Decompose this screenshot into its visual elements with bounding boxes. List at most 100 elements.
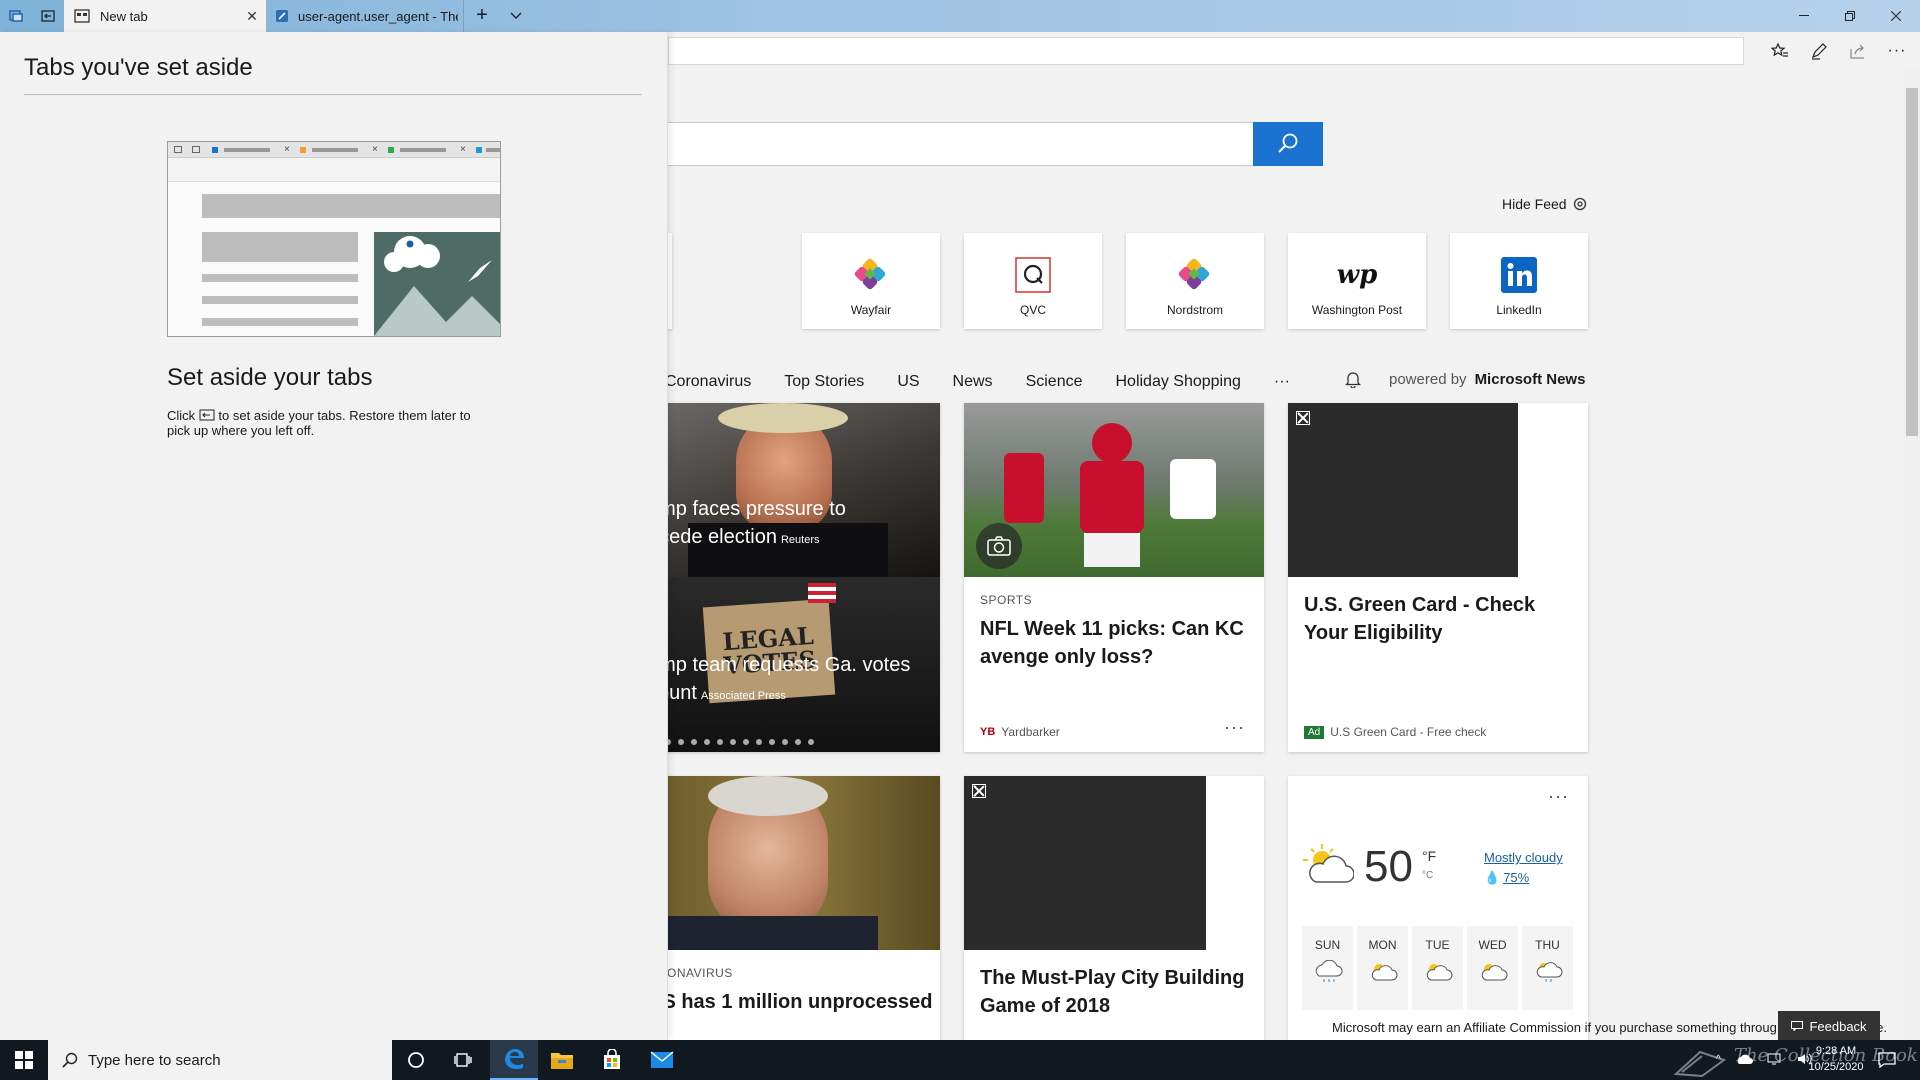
bell-icon[interactable] xyxy=(1345,370,1361,388)
minimize-button[interactable] xyxy=(1781,0,1827,32)
taskbar-search-placeholder: Type here to search xyxy=(88,1051,221,1069)
partly-sunny-icon xyxy=(1426,964,1452,981)
start-button[interactable] xyxy=(0,1040,48,1080)
weather-condition-link[interactable]: Mostly cloudy xyxy=(1484,850,1563,865)
feedback-button[interactable]: Feedback xyxy=(1778,1011,1880,1040)
taskbar-mail[interactable] xyxy=(638,1040,686,1080)
carousel-dots[interactable] xyxy=(652,739,814,745)
top-site-qvc[interactable]: QVC xyxy=(964,233,1102,329)
partly-sunny-icon xyxy=(1481,964,1507,981)
tab-actions-icon[interactable] xyxy=(0,0,32,32)
hero-story-2-title[interactable]: ump team requests Ga. votes count Associa… xyxy=(648,651,910,710)
card-title[interactable]: The Must-Play City Building Game of 2018 xyxy=(980,964,1260,1020)
weather-humidity[interactable]: 💧 75% xyxy=(1484,870,1529,886)
hide-feed-button[interactable]: Hide Feed xyxy=(1502,196,1587,212)
forecast-day[interactable]: MON xyxy=(1357,926,1408,1010)
taskbar-search-box[interactable]: Type here to search xyxy=(48,1040,392,1080)
set-aside-tabs-icon[interactable] xyxy=(32,0,64,32)
taskbar-edge[interactable] xyxy=(490,1040,538,1080)
search-button[interactable] xyxy=(1253,122,1323,166)
nav-more-button[interactable]: ··· xyxy=(1274,373,1290,391)
nav-coronavirus[interactable]: Coronavirus xyxy=(665,373,751,391)
wayfair-logo-icon xyxy=(851,255,891,295)
more-menu-icon[interactable]: ··· xyxy=(1886,41,1908,61)
card-title[interactable]: RS has 1 million unprocessed xyxy=(648,988,938,1016)
weather-more-button[interactable]: ··· xyxy=(1548,786,1569,807)
hero2-source: Associated Press xyxy=(700,690,786,702)
chevron-down-icon[interactable] xyxy=(504,4,528,28)
scrollbar-thumb[interactable] xyxy=(1906,88,1918,436)
set-aside-description: Click to set aside your tabs. Restore th… xyxy=(167,408,497,438)
address-bar[interactable] xyxy=(668,37,1744,65)
top-site-washington-post[interactable]: wp Washington Post xyxy=(1288,233,1426,329)
restore-button[interactable] xyxy=(1827,0,1873,32)
source-name: Yardbarker xyxy=(1001,725,1060,739)
top-site-nordstrom[interactable]: Nordstrom xyxy=(1126,233,1264,329)
cortana-button[interactable] xyxy=(392,1040,440,1080)
forecast-day[interactable]: SUN xyxy=(1302,926,1353,1010)
nordstrom-logo-icon xyxy=(1175,255,1215,295)
weather-temperature: 50 xyxy=(1364,842,1413,891)
top-site-wayfair[interactable]: Wayfair xyxy=(802,233,940,329)
clock-date: 10/25/2020 xyxy=(1808,1061,1864,1073)
hero-story-title[interactable]: ump faces pressure to ncede election Reut… xyxy=(648,495,846,554)
taskbar-file-explorer[interactable] xyxy=(538,1040,586,1080)
nfl-story-image xyxy=(964,403,1264,577)
top-site-linkedin[interactable]: LinkedIn xyxy=(1450,233,1588,329)
card-title[interactable]: NFL Week 11 picks: Can KC avenge only lo… xyxy=(980,615,1250,671)
nav-top-stories[interactable]: Top Stories xyxy=(784,373,864,391)
tab-user-agent[interactable]: user-agent.user_agent - The xyxy=(268,0,464,32)
card-title[interactable]: U.S. Green Card - Check Your Eligibility xyxy=(1304,591,1584,647)
ad-card[interactable]: U.S. Green Card - Check Your Eligibility… xyxy=(1288,403,1588,752)
favorites-icon[interactable] xyxy=(1769,41,1791,61)
cortana-icon xyxy=(408,1052,424,1068)
humidity-value: 75% xyxy=(1503,870,1530,885)
edge-icon xyxy=(505,1049,524,1069)
washington-post-logo-icon: wp xyxy=(1336,260,1378,290)
nav-holiday-shopping[interactable]: Holiday Shopping xyxy=(1115,373,1240,391)
clock[interactable]: 9:28 AM 10/25/2020 xyxy=(1806,1043,1866,1075)
game-ad-card[interactable]: The Must-Play City Building Game of 2018 xyxy=(964,776,1264,1040)
notifications-icon[interactable] xyxy=(1878,1052,1896,1068)
chevron-up-icon[interactable]: ^ xyxy=(1716,1054,1721,1065)
onedrive-icon[interactable] xyxy=(1735,1053,1753,1065)
weather-card[interactable]: ··· 50 °F °C Mostly cloudy 💧 75% SUN MON … xyxy=(1288,776,1588,1040)
close-window-button[interactable] xyxy=(1873,0,1919,32)
close-tab-icon[interactable]: ✕ xyxy=(244,8,260,24)
task-view-button[interactable] xyxy=(440,1040,488,1080)
forecast-day[interactable]: WED xyxy=(1467,926,1518,1010)
web-search-input[interactable] xyxy=(640,122,1254,166)
unit-celsius[interactable]: °C xyxy=(1422,870,1433,881)
nav-science[interactable]: Science xyxy=(1026,373,1083,391)
taskbar-store[interactable] xyxy=(588,1040,636,1080)
windows-logo-icon xyxy=(15,1051,33,1069)
set-aside-illustration: × × × xyxy=(167,141,501,337)
network-icon[interactable] xyxy=(1767,1052,1783,1066)
pen-icon[interactable] xyxy=(1808,41,1830,61)
forecast-day[interactable]: TUE xyxy=(1412,926,1463,1010)
powered-by: powered by Microsoft News xyxy=(1345,370,1585,388)
day-label: THU xyxy=(1535,938,1560,952)
nfl-news-card[interactable]: SPORTS NFL Week 11 picks: Can KC avenge … xyxy=(964,403,1264,752)
new-tab-button[interactable]: + xyxy=(470,4,494,28)
forecast-day[interactable]: THU xyxy=(1522,926,1573,1010)
day-label: MON xyxy=(1368,938,1397,952)
nav-news[interactable]: News xyxy=(953,373,993,391)
hero-news-card[interactable]: LEGAL VOTES ump faces pressure to ncede … xyxy=(648,403,940,752)
unit-fahrenheit[interactable]: °F xyxy=(1422,848,1436,864)
tab-new-tab[interactable]: New tab ✕ xyxy=(64,0,266,32)
search-icon xyxy=(1278,133,1298,153)
card-more-button[interactable]: ··· xyxy=(1224,717,1245,738)
page-icon xyxy=(276,10,288,22)
irs-news-card[interactable]: ORONAVIRUS RS has 1 million unprocessed xyxy=(648,776,940,1040)
share-icon[interactable] xyxy=(1847,41,1869,61)
ad-badge: Ad xyxy=(1304,725,1325,739)
search-icon xyxy=(62,1052,78,1068)
nav-us[interactable]: US xyxy=(897,373,919,391)
broken-image-icon xyxy=(1296,411,1310,425)
powered-by-label: powered by xyxy=(1389,370,1467,388)
gear-icon xyxy=(1573,197,1586,211)
panel-title: Tabs you've set aside xyxy=(24,54,253,81)
day-label: SUN xyxy=(1314,938,1341,952)
forecast-row: SUN MON TUE WED THU xyxy=(1302,926,1573,1010)
